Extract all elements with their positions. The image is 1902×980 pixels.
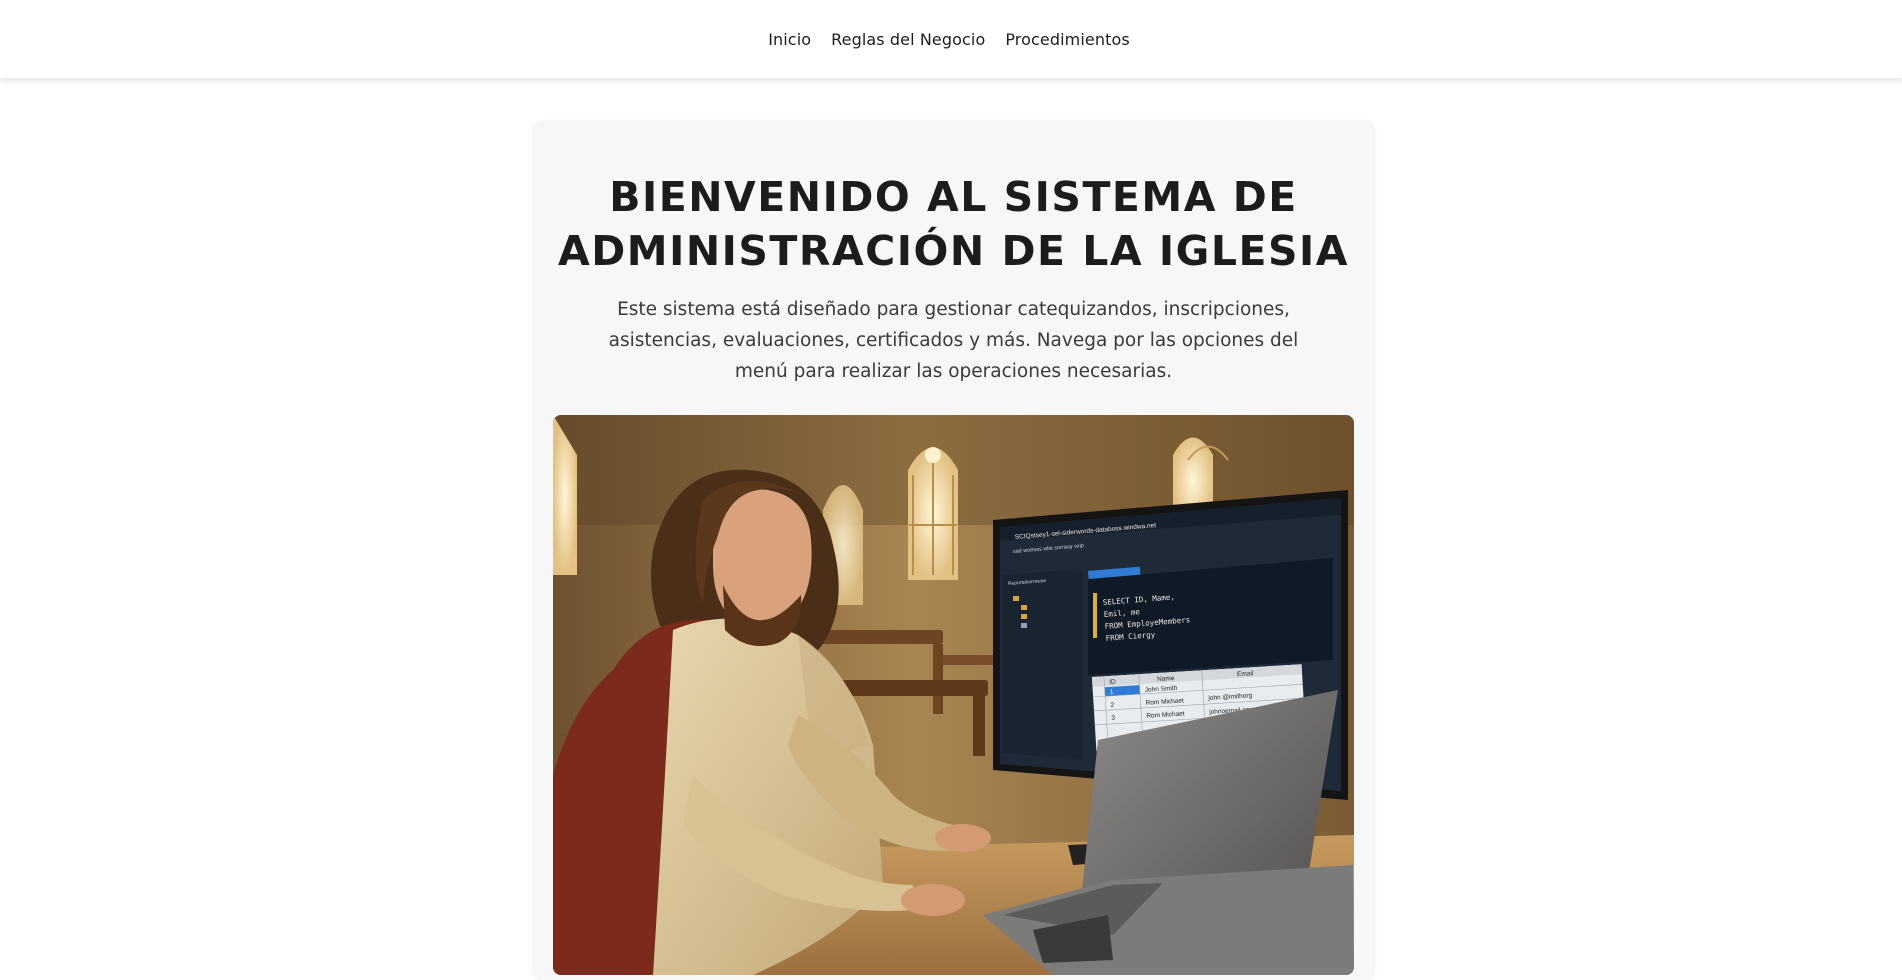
- hero-image: SCIQstsey1-sel-siderwords-databoss.windw…: [553, 415, 1354, 975]
- welcome-card: BIENVENIDO AL SISTEMA DE ADMINISTRACIÓN …: [532, 120, 1375, 980]
- nav-item-inicio: Inicio: [768, 30, 811, 49]
- nav-list: Inicio Reglas del Negocio Procedimientos: [768, 30, 1130, 49]
- welcome-title: BIENVENIDO AL SISTEMA DE ADMINISTRACIÓN …: [532, 170, 1375, 278]
- hero-illustration: SCIQstsey1-sel-siderwords-databoss.windw…: [553, 415, 1354, 975]
- top-navbar: Inicio Reglas del Negocio Procedimientos: [0, 0, 1902, 78]
- svg-text:Name: Name: [1157, 675, 1175, 683]
- svg-text:ID: ID: [1109, 679, 1116, 686]
- welcome-title-line2: ADMINISTRACIÓN DE LA IGLESIA: [558, 227, 1349, 275]
- nav-item-reglas: Reglas del Negocio: [831, 30, 985, 49]
- welcome-description: Este sistema está diseñado para gestiona…: [608, 299, 1299, 382]
- welcome-title-line1: BIENVENIDO AL SISTEMA DE: [609, 173, 1298, 221]
- nav-link-reglas-del-negocio[interactable]: Reglas del Negocio: [831, 30, 985, 49]
- nav-link-inicio[interactable]: Inicio: [768, 30, 811, 49]
- nav-item-procedimientos: Procedimientos: [1005, 30, 1129, 49]
- svg-text:Email: Email: [1237, 670, 1254, 678]
- nav-link-procedimientos[interactable]: Procedimientos: [1005, 30, 1129, 49]
